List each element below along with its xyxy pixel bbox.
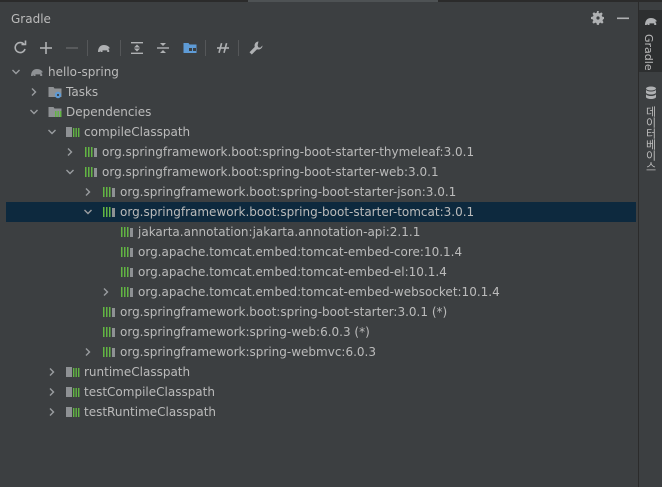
tree-label: org.apache.tomcat.embed:tomcat-embed-web…: [138, 285, 500, 299]
collapse-all-icon[interactable]: [153, 38, 173, 58]
tree-row-runtime-classpath[interactable]: runtimeClasspath: [0, 362, 638, 382]
tree-row-compile-classpath[interactable]: compileClasspath: [0, 122, 638, 142]
chevron-down-icon[interactable]: [64, 166, 76, 178]
tree-row-project[interactable]: hello-spring: [0, 62, 638, 82]
toolbar-separator: [120, 40, 121, 56]
library-icon: [83, 164, 99, 180]
minimize-icon[interactable]: [615, 10, 631, 26]
tree-row-dependency[interactable]: org.apache.tomcat.embed:tomcat-embed-el:…: [0, 262, 638, 282]
chevron-right-icon[interactable]: [82, 186, 94, 198]
tree-label: Tasks: [66, 85, 99, 99]
tree-label: org.apache.tomcat.embed:tomcat-embed-el:…: [138, 265, 447, 279]
tree-label: org.springframework.boot:spring-boot-sta…: [120, 185, 457, 199]
tree-label: org.springframework.boot:spring-boot-sta…: [120, 205, 475, 219]
remove-icon[interactable]: [62, 38, 82, 58]
classpath-config-icon: [65, 404, 81, 420]
chevron-right-icon[interactable]: [46, 406, 58, 418]
tree-label: hello-spring: [48, 65, 119, 79]
tree-row-dependency[interactable]: jakarta.annotation:jakarta.annotation-ap…: [0, 222, 638, 242]
tree-label: testCompileClasspath: [84, 385, 215, 399]
tree-row-dependency[interactable]: org.springframework.boot:spring-boot-sta…: [0, 162, 638, 182]
tree-label: org.springframework.boot:spring-boot-sta…: [102, 165, 439, 179]
tree-label: jakarta.annotation:jakarta.annotation-ap…: [138, 225, 421, 239]
library-icon: [83, 144, 99, 160]
elephant-icon[interactable]: [94, 38, 114, 58]
tree-label: org.springframework:spring-web:6.0.3 (*): [120, 325, 370, 339]
right-tool-strip: Gradle 데이터베이스: [638, 2, 662, 487]
tree-row-dependency[interactable]: org.apache.tomcat.embed:tomcat-embed-web…: [0, 282, 638, 302]
chevron-right-icon[interactable]: [100, 286, 112, 298]
tree-row-dependency[interactable]: org.springframework:spring-web:6.0.3 (*): [0, 322, 638, 342]
tab-database-label: 데이터베이스: [644, 106, 657, 172]
chevron-right-icon[interactable]: [46, 386, 58, 398]
tree-label: org.springframework.boot:spring-boot-sta…: [120, 305, 448, 319]
expand-all-icon[interactable]: [127, 38, 147, 58]
elephant-icon: [29, 64, 45, 80]
library-icon: [119, 244, 135, 260]
chevron-down-icon[interactable]: [46, 126, 58, 138]
library-icon: [101, 304, 117, 320]
tree-label: org.apache.tomcat.embed:tomcat-embed-cor…: [138, 245, 463, 259]
tree-row-dependency[interactable]: org.springframework.boot:spring-boot-sta…: [0, 142, 638, 162]
tree-label: testRuntimeClasspath: [84, 405, 217, 419]
tree-label: runtimeClasspath: [84, 365, 191, 379]
gradle-tool-window: Gradle hello-spring Tasks Dependencies c…: [0, 2, 638, 487]
tool-window-header: Gradle: [0, 2, 638, 34]
tree-label: org.springframework.boot:spring-boot-sta…: [102, 145, 475, 159]
chevron-right-icon[interactable]: [82, 346, 94, 358]
add-icon[interactable]: [36, 38, 56, 58]
tree-label: org.springframework:spring-webmvc:6.0.3: [120, 345, 376, 359]
classpath-config-icon: [65, 364, 81, 380]
tree-row-test-compile-classpath[interactable]: testCompileClasspath: [0, 382, 638, 402]
elephant-icon: [643, 13, 659, 29]
tree-row-dependency[interactable]: org.springframework.boot:spring-boot-sta…: [0, 182, 638, 202]
library-icon: [101, 324, 117, 340]
tree-label: Dependencies: [66, 105, 152, 119]
toolbar-separator: [238, 40, 239, 56]
group-modules-icon[interactable]: [180, 38, 200, 58]
database-icon: [643, 85, 659, 101]
tab-gradle-label: Gradle: [642, 34, 655, 71]
tree-row-dependency[interactable]: org.apache.tomcat.embed:tomcat-embed-cor…: [0, 242, 638, 262]
dependencies-folder-icon: [47, 104, 63, 120]
library-icon: [119, 284, 135, 300]
settings-wrench-icon[interactable]: [246, 38, 266, 58]
classpath-config-icon: [65, 384, 81, 400]
library-icon: [101, 184, 117, 200]
tree-row-dependencies[interactable]: Dependencies: [0, 102, 638, 122]
toolbar-separator: [205, 40, 206, 56]
tab-gradle[interactable]: Gradle: [639, 10, 662, 72]
toolbar-separator: [87, 40, 88, 56]
tool-window-title: Gradle: [11, 12, 51, 26]
tree-row-dependency[interactable]: org.springframework:spring-webmvc:6.0.3: [0, 342, 638, 362]
tab-database[interactable]: 데이터베이스: [639, 82, 662, 172]
tasks-folder-icon: [47, 84, 63, 100]
tree-row-dependency[interactable]: org.springframework.boot:spring-boot-sta…: [0, 302, 638, 322]
tree-row-tasks[interactable]: Tasks: [0, 82, 638, 102]
chevron-down-icon[interactable]: [10, 66, 22, 78]
gear-icon[interactable]: [590, 10, 606, 26]
tree-row-dependency-selected[interactable]: org.springframework.boot:spring-boot-sta…: [6, 202, 636, 222]
chevron-down-icon[interactable]: [28, 106, 40, 118]
tree-row-test-runtime-classpath[interactable]: testRuntimeClasspath: [0, 402, 638, 422]
library-icon: [101, 344, 117, 360]
library-icon: [119, 264, 135, 280]
tree-label: compileClasspath: [84, 125, 191, 139]
chevron-right-icon[interactable]: [28, 86, 40, 98]
library-icon: [101, 204, 117, 220]
classpath-config-icon: [65, 124, 81, 140]
toggle-offline-icon[interactable]: [213, 38, 233, 58]
chevron-right-icon[interactable]: [64, 146, 76, 158]
library-icon: [119, 224, 135, 240]
chevron-down-icon[interactable]: [82, 206, 94, 218]
chevron-right-icon[interactable]: [46, 366, 58, 378]
gradle-toolbar: [0, 35, 638, 61]
refresh-icon[interactable]: [10, 38, 30, 58]
